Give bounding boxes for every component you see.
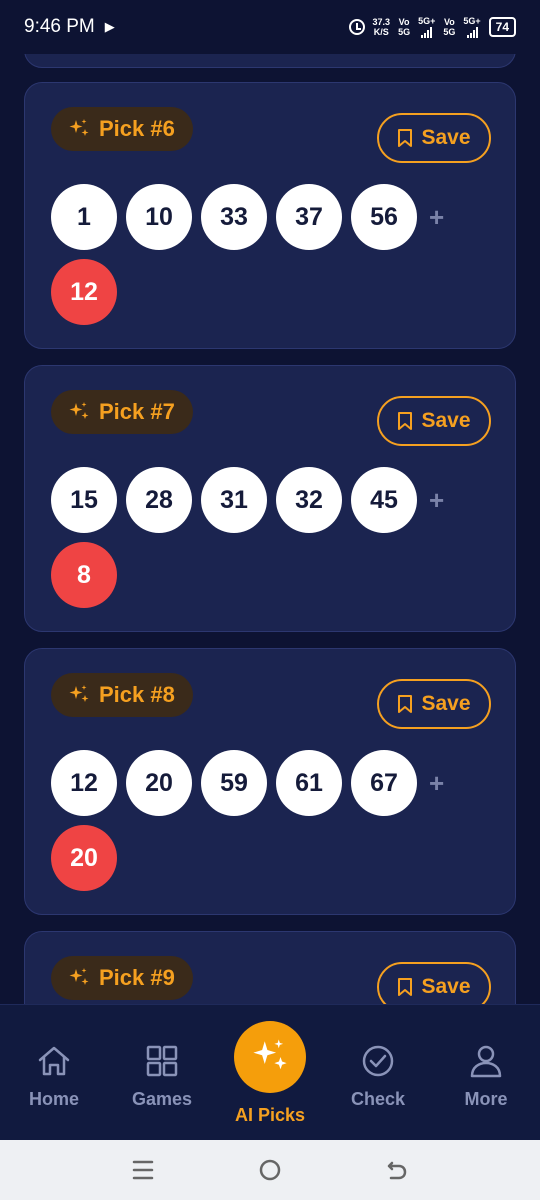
pick-label: Pick #7 (99, 399, 175, 424)
sim1-type: 5G+ (418, 16, 436, 26)
bookmark-icon (398, 412, 413, 430)
nav-ai-picks[interactable] (234, 1021, 306, 1093)
sim1-5g: 5G (398, 27, 411, 37)
signal-icon (466, 26, 478, 38)
number-ball: 12 (51, 750, 117, 816)
nav-more-label: More (464, 1089, 508, 1109)
number-ball: 61 (276, 750, 342, 816)
speed-unit: K/S (373, 27, 389, 37)
sim2-volte: Vo 5G (443, 17, 455, 37)
nav-more[interactable]: More (432, 1005, 540, 1141)
number-ball: 28 (126, 467, 192, 533)
bookmark-icon (398, 978, 413, 996)
number-ball: 33 (201, 184, 267, 250)
bookmark-icon (398, 695, 413, 713)
sparkles-icon (69, 119, 89, 136)
sim1-signal: 5G+ (418, 16, 435, 38)
save-label: Save (421, 975, 471, 998)
bottom-nav: Home Games AI Picks Check More (0, 1004, 540, 1140)
save-button[interactable]: Save (377, 962, 491, 1004)
plus-sign: + (429, 485, 445, 515)
bonus-ball: 20 (51, 825, 117, 891)
home-circle-icon[interactable] (258, 1158, 282, 1182)
bonus-ball: 8 (51, 542, 117, 608)
pick-label: Pick #8 (99, 682, 175, 707)
plus-sign: + (429, 202, 445, 232)
save-button[interactable]: Save (377, 679, 491, 729)
back-icon[interactable] (385, 1158, 409, 1182)
nav-home[interactable]: Home (0, 1005, 108, 1141)
pick-card: Pick #8 Save 12 20 59 61 67 + 20 (24, 648, 516, 915)
sim1-vo: Vo (398, 17, 410, 27)
sparkles-icon (69, 685, 89, 702)
plus-sign: + (429, 768, 445, 798)
sim1-volte: Vo 5G (398, 17, 410, 37)
pick-badge: Pick #7 (51, 390, 193, 434)
network-speed: 37.3 K/S (373, 17, 391, 37)
number-ball: 37 (276, 184, 342, 250)
pick-card: Pick #6 Save 1 10 33 37 56 + 12 (24, 82, 516, 349)
pick-label: Pick #9 (99, 965, 175, 990)
check-circle-icon (362, 1045, 394, 1077)
bonus-ball: 12 (51, 259, 117, 325)
number-ball: 59 (201, 750, 267, 816)
sim2-5g: 5G (443, 27, 456, 37)
pick-badge: Pick #9 (51, 956, 193, 1000)
save-button[interactable]: Save (377, 113, 491, 163)
pick-card: Pick #7 Save 15 28 31 32 45 + 8 (24, 365, 516, 632)
home-icon (38, 1046, 70, 1076)
nav-ai-picks-label[interactable]: AI Picks (220, 1105, 320, 1126)
picks-list[interactable]: Pick #6 Save 1 10 33 37 56 + 12 Pick #7 … (0, 0, 540, 1004)
sparkles-icon (69, 402, 89, 419)
nav-home-label: Home (28, 1089, 79, 1109)
status-bar: 9:46 PM ▶ 37.3 K/S Vo 5G 5G+ Vo 5G 5G+ 7… (0, 0, 540, 54)
number-ball: 32 (276, 467, 342, 533)
alarm-icon (348, 19, 365, 35)
sim2-vo: Vo (443, 17, 455, 27)
number-ball: 10 (126, 184, 192, 250)
pick-badge: Pick #8 (51, 673, 193, 717)
status-time: 9:46 PM (24, 16, 95, 37)
speed-value: 37.3 (372, 17, 391, 27)
signal-icon (421, 26, 433, 38)
number-ball: 67 (351, 750, 417, 816)
sparkles-icon (69, 968, 89, 985)
user-icon (470, 1045, 502, 1078)
nav-check[interactable]: Check (324, 1005, 432, 1141)
bookmark-icon (398, 129, 413, 147)
save-label: Save (421, 409, 471, 432)
nav-check-label: Check (350, 1089, 406, 1109)
status-icons: 37.3 K/S Vo 5G 5G+ Vo 5G 5G+ 74 (348, 16, 516, 38)
menu-icon[interactable] (131, 1159, 155, 1181)
save-button[interactable]: Save (377, 396, 491, 446)
number-ball: 56 (351, 184, 417, 250)
nav-games[interactable]: Games (108, 1005, 216, 1141)
pick-card: Pick #9 Save (24, 931, 516, 1004)
pick-badge: Pick #6 (51, 107, 193, 151)
sparkles-icon (253, 1039, 287, 1070)
grid-icon (146, 1045, 178, 1077)
number-ball: 20 (126, 750, 192, 816)
sim2-type: 5G+ (463, 16, 481, 26)
save-label: Save (421, 126, 471, 149)
play-icon: ▶ (104, 19, 115, 34)
sim2-signal: 5G+ (463, 16, 481, 38)
battery-icon: 74 (488, 17, 516, 37)
pick-label: Pick #6 (99, 116, 175, 141)
system-nav-bar (0, 1140, 540, 1200)
number-ball: 31 (201, 467, 267, 533)
number-ball: 15 (51, 467, 117, 533)
nav-games-label: Games (131, 1089, 193, 1109)
number-ball: 1 (51, 184, 117, 250)
number-ball: 45 (351, 467, 417, 533)
save-label: Save (421, 692, 471, 715)
